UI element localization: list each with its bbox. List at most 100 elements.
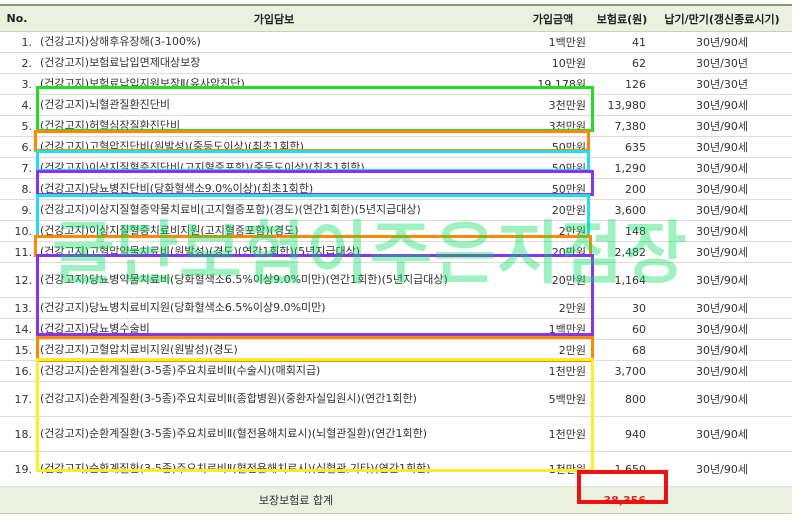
coverage-name: (건강고지)허혈심장질환진단비 <box>34 115 514 137</box>
total-empty-cell <box>652 486 792 514</box>
row-number: 15. <box>0 339 34 361</box>
coverage-amount: 50만원 <box>514 157 592 179</box>
table-row: 18. (건강고지)순환계질환(3-5종)주요치료비Ⅱ(혈전용해치료시)(뇌혈관질… <box>0 416 792 452</box>
payment-term: 30년/90세 <box>652 178 792 200</box>
table-row: 11. (건강고지)고혈압약물치료비(원발성)(경도)(연간1회한)(5년지급대상… <box>0 241 792 263</box>
coverage-amount: 20만원 <box>514 262 592 298</box>
premium-value: 7,380 <box>592 115 652 137</box>
payment-term: 30년/90세 <box>652 136 792 158</box>
coverage-amount: 2만원 <box>514 220 592 242</box>
coverage-amount: 2만원 <box>514 339 592 361</box>
payment-term: 30년/90세 <box>652 360 792 382</box>
coverage-name: (건강고지)상해후유장해(3-100%) <box>34 31 514 53</box>
payment-term: 30년/30년 <box>652 73 792 95</box>
premium-value: 635 <box>592 136 652 158</box>
coverage-name: (건강고지)고혈압진단비(원발성)(중등도이상)(최초1회한) <box>34 136 514 158</box>
coverage-amount: 1백만원 <box>514 31 592 53</box>
coverage-name: (건강고지)순환계질환(3-5종)주요치료비Ⅱ(종합병원)(중환자실입원시)(연… <box>34 381 514 417</box>
payment-term: 30년/90세 <box>652 339 792 361</box>
table-row: 3. (건강고지)보험료납입지원보장Ⅱ(유사암진단) 19,178원 126 30년/3… <box>0 73 792 95</box>
table-row: 15. (건강고지)고혈압치료비지원(원발성)(경도) 2만원 68 30년/90세 <box>0 339 792 361</box>
premium-value: 68 <box>592 339 652 361</box>
payment-term: 30년/90세 <box>652 199 792 221</box>
payment-term: 30년/30년 <box>652 52 792 74</box>
coverage-amount: 5백만원 <box>514 381 592 417</box>
coverage-name: (건강고지)순환계질환(3-5종)주요치료비Ⅱ(혈전용해치료시)(뇌혈관질환)(… <box>34 416 514 452</box>
payment-term: 30년/90세 <box>652 115 792 137</box>
header-row: No. 가입담보 가입금액 보험료(원) 납기/만기(갱신종료시기) <box>0 4 792 32</box>
table-row: 10. (건강고지)이상지질혈증치료비지원(고지혈증포함)(경도) 2만원 148 30… <box>0 220 792 242</box>
premium-value: 148 <box>592 220 652 242</box>
header-amount: 가입금액 <box>514 4 592 32</box>
row-number: 3. <box>0 73 34 95</box>
coverage-amount: 2만원 <box>514 297 592 319</box>
coverage-amount: 19,178원 <box>514 73 592 95</box>
premium-value: 1,650 <box>592 451 652 487</box>
table-row: 1. (건강고지)상해후유장해(3-100%) 1백만원 41 30년/90세 <box>0 31 792 53</box>
row-number: 6. <box>0 136 34 158</box>
row-number: 17. <box>0 381 34 417</box>
coverage-name: (건강고지)이상지질혈증약물치료비(고지혈증포함)(경도)(연간1회한)(5년지… <box>34 199 514 221</box>
coverage-name: (건강고지)당뇨병수술비 <box>34 318 514 340</box>
premium-value: 30 <box>592 297 652 319</box>
premium-value: 60 <box>592 318 652 340</box>
coverage-amount: 1천만원 <box>514 360 592 382</box>
table-row: 12. (건강고지)당뇨병약물치료비(당화혈색소6.5%이상9.0%미만)(연간1… <box>0 262 792 298</box>
table-row: 13. (건강고지)당뇨병치료비지원(당화혈색소6.5%이상9.0%미만) 2만원 3… <box>0 297 792 319</box>
premium-value: 13,980 <box>592 94 652 116</box>
row-number: 10. <box>0 220 34 242</box>
row-number: 11. <box>0 241 34 263</box>
payment-term: 30년/90세 <box>652 31 792 53</box>
premium-value: 62 <box>592 52 652 74</box>
premium-value: 940 <box>592 416 652 452</box>
payment-term: 30년/90세 <box>652 220 792 242</box>
premium-value: 41 <box>592 31 652 53</box>
coverage-name: (건강고지)당뇨병약물치료비(당화혈색소6.5%이상9.0%미만)(연간1회한)… <box>34 262 514 298</box>
table-row: 4. (건강고지)뇌혈관질환진단비 3천만원 13,980 30년/90세 <box>0 94 792 116</box>
row-number: 13. <box>0 297 34 319</box>
coverage-name: (건강고지)고혈압약물치료비(원발성)(경도)(연간1회한)(5년지급대상) <box>34 241 514 263</box>
row-number: 2. <box>0 52 34 74</box>
row-number: 4. <box>0 94 34 116</box>
coverage-name: (건강고지)당뇨병치료비지원(당화혈색소6.5%이상9.0%미만) <box>34 297 514 319</box>
header-no: No. <box>0 4 34 32</box>
payment-term: 30년/90세 <box>652 416 792 452</box>
coverage-name: (건강고지)고혈압치료비지원(원발성)(경도) <box>34 339 514 361</box>
coverage-name: (건강고지)보험료납입지원보장Ⅱ(유사암진단) <box>34 73 514 95</box>
table-row: 6. (건강고지)고혈압진단비(원발성)(중등도이상)(최초1회한) 50만원 635… <box>0 136 792 158</box>
coverage-table: No. 가입담보 가입금액 보험료(원) 납기/만기(갱신종료시기) 1. (건강… <box>0 4 792 514</box>
coverage-amount: 1백만원 <box>514 318 592 340</box>
row-number: 18. <box>0 416 34 452</box>
table-row: 17. (건강고지)순환계질환(3-5종)주요치료비Ⅱ(종합병원)(중환자실입원시… <box>0 381 792 417</box>
table-row: 9. (건강고지)이상지질혈증약물치료비(고지혈증포함)(경도)(연간1회한)(5… <box>0 199 792 221</box>
total-premium: 38,356 <box>592 486 652 514</box>
coverage-amount: 20만원 <box>514 241 592 263</box>
table-row: 2. (건강고지)보험료납입면제대상보장 10만원 62 30년/30년 <box>0 52 792 74</box>
coverage-amount: 1천만원 <box>514 451 592 487</box>
row-number: 16. <box>0 360 34 382</box>
table-row: 8. (건강고지)당뇨병진단비(당화혈색소9.0%이상)(최초1회한) 50만원 20… <box>0 178 792 200</box>
coverage-name: (건강고지)이상지질혈증진단비(고지혈증포함)(중등도이상)(최초1회한) <box>34 157 514 179</box>
premium-value: 3,700 <box>592 360 652 382</box>
total-label: 보장보험료 합계 <box>0 486 592 514</box>
row-number: 12. <box>0 262 34 298</box>
header-premium: 보험료(원) <box>592 4 652 32</box>
coverage-amount: 50만원 <box>514 136 592 158</box>
row-number: 19. <box>0 451 34 487</box>
payment-term: 30년/90세 <box>652 94 792 116</box>
premium-value: 1,290 <box>592 157 652 179</box>
header-term: 납기/만기(갱신종료시기) <box>652 4 792 32</box>
table-row: 14. (건강고지)당뇨병수술비 1백만원 60 30년/90세 <box>0 318 792 340</box>
table-row: 5. (건강고지)허혈심장질환진단비 3천만원 7,380 30년/90세 <box>0 115 792 137</box>
row-number: 9. <box>0 199 34 221</box>
payment-term: 30년/90세 <box>652 451 792 487</box>
row-number: 7. <box>0 157 34 179</box>
premium-value: 2,482 <box>592 241 652 263</box>
payment-term: 30년/90세 <box>652 318 792 340</box>
table-row: 7. (건강고지)이상지질혈증진단비(고지혈증포함)(중등도이상)(최초1회한) 5… <box>0 157 792 179</box>
premium-value: 126 <box>592 73 652 95</box>
coverage-amount: 3천만원 <box>514 115 592 137</box>
premium-value: 3,600 <box>592 199 652 221</box>
header-coverage: 가입담보 <box>34 4 514 32</box>
coverage-name: (건강고지)순환계질환(3-5종)주요치료비Ⅱ(수술시)(매회지급) <box>34 360 514 382</box>
